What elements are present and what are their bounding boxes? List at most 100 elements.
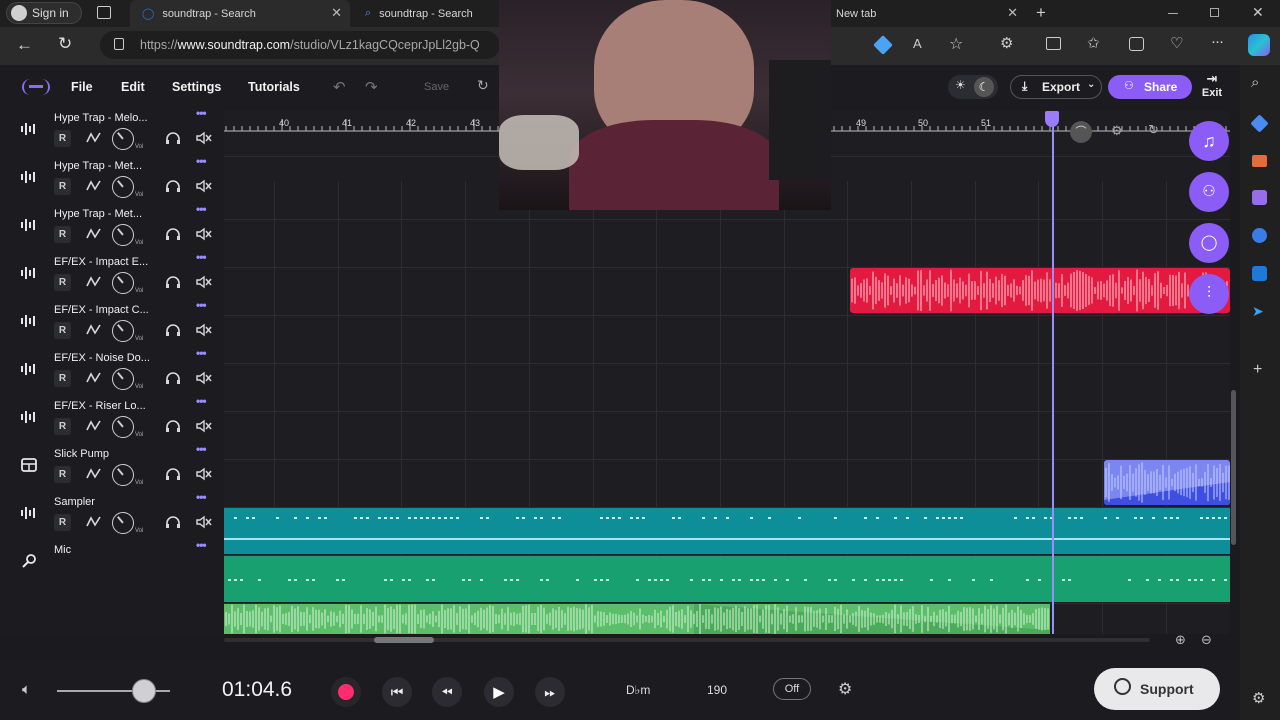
audio-region-mic[interactable] [224,604,1050,634]
back-arrow-icon[interactable]: ← [16,35,33,55]
track-header[interactable]: EF/EX - Noise Do... ••• R Vol [0,346,224,394]
track-name[interactable]: EF/EX - Noise Do... [54,352,150,364]
mute-speaker-icon[interactable] [195,371,213,385]
export-button[interactable]: ⤓ Export ⌄ [1010,75,1102,99]
track-more-icon[interactable]: ••• [196,346,207,360]
refresh-icon[interactable]: ↻ [477,77,489,94]
close-window-icon[interactable]: ✕ [1252,4,1264,21]
extensions-icon[interactable]: ⚙ [1000,34,1013,52]
track-header[interactable]: EF/EX - Impact E... ••• R Vol [0,250,224,298]
midi-region-slick-pump[interactable] [224,508,1230,554]
automation-icon[interactable] [86,371,102,385]
speaker-icon[interactable]: 🔈︎ [22,681,31,698]
sidebar-send-icon[interactable]: ➤ [1252,303,1264,320]
read-aloud-icon[interactable]: A [913,36,922,51]
automation-icon[interactable] [86,323,102,337]
sidebar-add-icon[interactable]: + [1253,361,1262,379]
automation-icon[interactable] [86,131,102,145]
headphones-icon[interactable] [165,419,181,433]
mixer-button[interactable]: ⫶ [1189,274,1229,314]
track-name[interactable]: Hype Trap - Met... [54,208,150,220]
sidebar-search-icon[interactable]: ⌕ [1251,74,1259,91]
menu-tutorials[interactable]: Tutorials [248,80,300,94]
headphones-icon[interactable] [165,227,181,241]
copilot-icon[interactable] [1248,34,1270,56]
undo-icon[interactable]: ↶ [333,78,346,96]
track-name[interactable]: Slick Pump [54,448,150,460]
headphones-icon[interactable] [165,179,181,193]
sidebar-games-icon[interactable] [1252,190,1267,205]
track-name[interactable]: EF/EX - Impact C... [54,304,150,316]
record-arm-button[interactable]: R [54,514,71,531]
headphones-icon[interactable] [165,323,181,337]
track-more-icon[interactable]: ••• [196,442,207,456]
record-arm-button[interactable]: R [54,274,71,291]
track-more-icon[interactable]: ••• [196,111,207,120]
mute-speaker-icon[interactable] [195,419,213,433]
reset-icon[interactable]: ↻ [1148,122,1159,138]
instrument-panel-button[interactable]: ♫ [1189,121,1229,161]
track-header[interactable]: Slick Pump ••• R Vol [0,442,224,490]
volume-knob[interactable] [112,128,134,150]
automation-icon[interactable] [86,275,102,289]
track-header[interactable]: Hype Trap - Melo... ••• R Vol [0,111,224,154]
track-more-icon[interactable]: ••• [196,538,207,552]
favorites-icon[interactable]: ✩ [1087,34,1100,52]
headphones-icon[interactable] [165,275,181,289]
menu-edit[interactable]: Edit [121,80,145,94]
collaborators-button[interactable]: ⚇ [1189,172,1229,212]
zoom-in-icon[interactable]: ⊕ [1175,632,1186,648]
fast-forward-button[interactable]: ⏩︎ [535,677,565,707]
browser-tab-3[interactable]: New tab ✕ [826,0,1026,27]
rewind-button[interactable]: ⏪︎ [432,677,462,707]
sidebar-tag-icon[interactable] [1250,114,1269,133]
playhead-handle[interactable] [1045,111,1059,127]
record-arm-button[interactable]: R [54,130,71,147]
automation-icon[interactable] [86,227,102,241]
close-tab-icon[interactable]: ✕ [331,5,342,21]
master-volume-handle[interactable] [132,679,156,703]
sidebar-briefcase-icon[interactable] [1252,155,1267,167]
redo-icon[interactable]: ↷ [365,78,378,96]
zoom-out-icon[interactable]: ⊖ [1201,632,1212,648]
mute-speaker-icon[interactable] [195,227,213,241]
horizontal-scrollbar-track[interactable] [224,637,1150,643]
browser-tab-1[interactable]: ◯ soundtrap - Search ✕ [130,0,350,27]
close-tab-icon[interactable]: ✕ [1007,5,1018,21]
automation-icon[interactable] [86,467,102,481]
extension-icon[interactable] [873,35,893,55]
loop-icon[interactable]: ⌒ [1070,121,1092,143]
track-header[interactable]: Mic ••• [0,538,224,586]
record-arm-button[interactable]: R [54,322,71,339]
share-button[interactable]: ⚇ Share [1108,75,1192,99]
track-more-icon[interactable]: ••• [196,154,207,168]
track-header[interactable]: Hype Trap - Met... ••• R Vol [0,154,224,202]
performance-icon[interactable]: ♡ [1170,34,1183,52]
mute-speaker-icon[interactable] [195,515,213,529]
track-header[interactable]: Hype Trap - Met... ••• R Vol [0,202,224,250]
tab-actions-icon[interactable] [97,6,111,19]
maximize-icon[interactable] [1210,8,1219,17]
soundtrap-logo-icon[interactable] [22,79,50,95]
url-field[interactable]: https://www.soundtrap.com/studio/VLz1kag… [100,31,500,59]
theme-toggle[interactable]: ☀ ☾ [948,75,998,99]
split-screen-icon[interactable] [1046,37,1061,50]
track-name[interactable]: Mic [54,544,150,556]
track-name[interactable]: Hype Trap - Melo... [54,112,150,124]
headphones-icon[interactable] [165,467,181,481]
audio-region-riser[interactable] [1104,460,1230,505]
save-button[interactable]: Save [424,81,449,93]
volume-knob[interactable] [112,464,134,486]
record-arm-button[interactable]: R [54,178,71,195]
gear-icon[interactable]: ⚙ [1111,123,1123,139]
volume-knob[interactable] [112,176,134,198]
minimize-icon[interactable] [1168,13,1178,14]
headphones-icon[interactable] [165,371,181,385]
automation-icon[interactable] [86,419,102,433]
record-button[interactable] [331,677,361,707]
volume-knob[interactable] [112,416,134,438]
volume-knob[interactable] [112,224,134,246]
volume-knob[interactable] [112,512,134,534]
mute-speaker-icon[interactable] [195,467,213,481]
sidebar-settings-icon[interactable]: ⚙ [1252,689,1265,707]
